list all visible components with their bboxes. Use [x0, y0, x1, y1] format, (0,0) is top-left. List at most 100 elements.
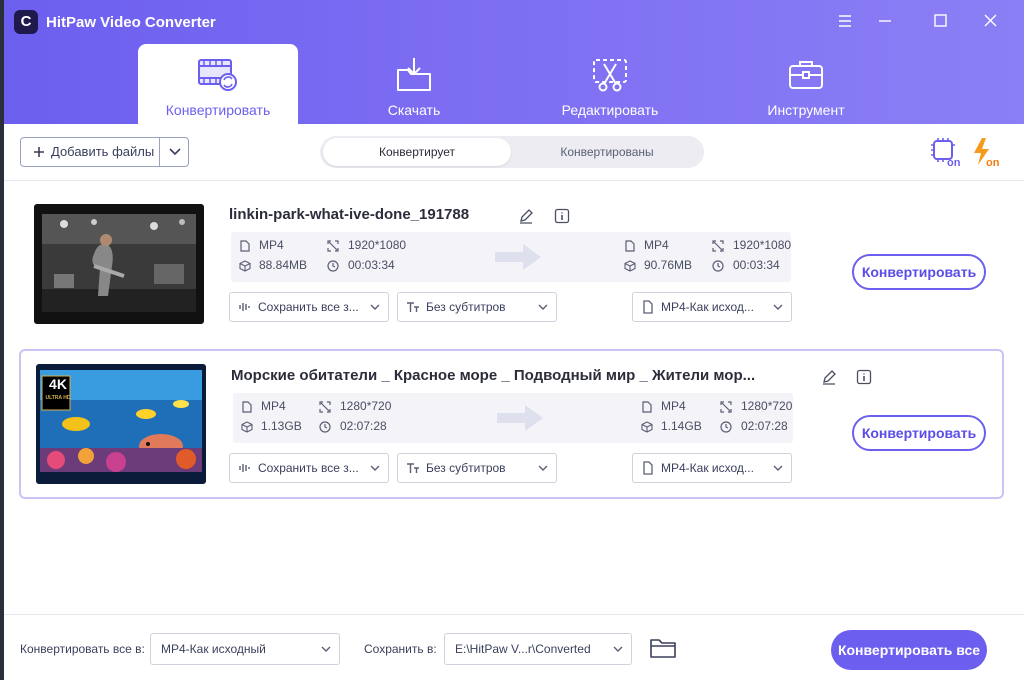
maximize-icon[interactable] — [926, 8, 956, 36]
clock-icon — [319, 421, 331, 433]
film-convert-icon — [196, 56, 240, 94]
convert-all-button[interactable]: Конвертировать все — [831, 630, 987, 670]
minimize-icon[interactable] — [870, 8, 900, 36]
target-duration: 00:03:34 — [733, 258, 780, 272]
resolution-icon — [319, 401, 331, 413]
audio-track-value: Сохранить все з... — [258, 300, 359, 314]
tab-label: Конвертировать — [165, 102, 271, 118]
source-format: MP4 — [261, 399, 286, 413]
text-size-icon — [407, 302, 419, 312]
add-files-label: Добавить файлы — [51, 144, 155, 159]
audio-track-select[interactable]: Сохранить все з... — [229, 453, 389, 483]
file-icon — [240, 240, 250, 252]
chevron-down-icon — [370, 465, 380, 471]
media-info-panel: MP4 1280*720 1.13GB 02:07:28 MP4 1280*72… — [233, 393, 793, 443]
info-icon[interactable] — [554, 208, 570, 224]
tab-toolbox[interactable]: Инструмент — [726, 44, 886, 124]
convert-button[interactable]: Конвертировать — [852, 415, 986, 451]
audio-wave-icon — [239, 303, 250, 311]
subtitle-select[interactable]: Без субтитров — [397, 453, 557, 483]
rename-pencil-icon[interactable] — [821, 369, 837, 385]
edit-cut-icon — [588, 56, 632, 94]
convert-button[interactable]: Конвертировать — [852, 254, 986, 290]
tab-download[interactable]: Скачать — [334, 44, 494, 124]
tab-label: Скачать — [387, 102, 441, 118]
output-format-value: MP4-Как исход... — [661, 300, 754, 314]
file-card[interactable]: linkin-park-what-ive-done_191788 MP4 192… — [19, 192, 1004, 340]
source-resolution: 1280*720 — [340, 399, 392, 413]
add-files-button[interactable]: Добавить файлы — [21, 138, 157, 166]
size-cube-icon — [239, 260, 251, 272]
save-to-label: Сохранить в: — [364, 642, 437, 656]
add-files-dropdown[interactable] — [161, 138, 189, 166]
tab-edit[interactable]: Редактировать — [530, 44, 690, 124]
file-card[interactable]: 4K ULTRA HD Морские обитатели _ Красное … — [19, 349, 1004, 499]
tab-convert[interactable]: Конвертировать — [138, 44, 298, 124]
output-format-select[interactable]: MP4-Как исход... — [632, 292, 792, 322]
file-icon — [625, 240, 635, 252]
clock-icon — [327, 260, 339, 272]
chevron-down-icon — [169, 148, 181, 156]
chevron-down-icon — [613, 646, 623, 652]
file-icon — [643, 300, 653, 314]
size-cube-icon — [241, 421, 253, 433]
audio-track-value: Сохранить все з... — [258, 461, 359, 475]
lightning-on-icon[interactable]: on — [970, 136, 1004, 169]
file-icon — [643, 461, 653, 475]
chevron-down-icon — [773, 465, 783, 471]
subtitle-value: Без субтитров — [426, 300, 506, 314]
rename-pencil-icon[interactable] — [518, 208, 534, 224]
file-name: Морские обитатели _ Красное море _ Подво… — [231, 367, 756, 384]
add-files-button-group: Добавить файлы — [20, 137, 189, 167]
chevron-down-icon — [538, 304, 548, 310]
tab-label: Редактировать — [561, 102, 659, 118]
save-path-value: E:\HitPaw V...r\Converted — [455, 642, 591, 656]
chevron-down-icon — [773, 304, 783, 310]
tab-converting[interactable]: Конвертирует — [323, 138, 511, 166]
svg-text:on: on — [986, 157, 1000, 168]
convert-all-format-select[interactable]: MP4-Как исходный — [150, 633, 340, 665]
download-folder-icon — [392, 56, 436, 94]
file-name: linkin-park-what-ive-done_191788 — [229, 206, 470, 223]
chevron-down-icon — [321, 646, 331, 652]
tab-label: Инструмент — [767, 102, 845, 118]
close-icon[interactable] — [976, 8, 1006, 36]
save-path-select[interactable]: E:\HitPaw V...r\Converted — [444, 633, 632, 665]
clock-icon — [712, 260, 724, 272]
source-size: 88.84MB — [259, 258, 308, 272]
target-duration: 02:07:28 — [741, 419, 788, 433]
target-size: 90.76MB — [644, 258, 693, 272]
video-thumbnail[interactable]: 4K ULTRA HD — [36, 364, 206, 484]
status-segmented-control: Конвертирует Конвертированы — [320, 136, 704, 168]
tab-converted[interactable]: Конвертированы — [514, 138, 700, 166]
hardware-acceleration-on-icon[interactable]: on — [929, 136, 963, 169]
target-format: MP4 — [644, 238, 669, 252]
target-resolution: 1920*1080 — [733, 238, 792, 252]
text-size-icon — [407, 463, 419, 473]
subtitle-value: Без субтитров — [426, 461, 506, 475]
resolution-icon — [327, 240, 339, 252]
4k-badge: 4K — [49, 376, 67, 392]
app-window: C HitPaw Video Converter Конвертировать … — [4, 0, 1024, 680]
chevron-down-icon — [538, 465, 548, 471]
source-duration: 02:07:28 — [340, 419, 387, 433]
source-format: MP4 — [259, 238, 284, 252]
resolution-icon — [720, 401, 732, 413]
ultra-hd-badge: ULTRA HD — [45, 395, 71, 401]
audio-track-select[interactable]: Сохранить все з... — [229, 292, 389, 322]
target-format: MP4 — [661, 399, 686, 413]
resolution-icon — [712, 240, 724, 252]
open-folder-icon[interactable] — [649, 637, 677, 659]
divider — [159, 138, 160, 166]
chevron-down-icon — [370, 304, 380, 310]
subtitle-select[interactable]: Без субтитров — [397, 292, 557, 322]
menu-icon[interactable] — [830, 8, 860, 36]
convert-all-format-value: MP4-Как исходный — [161, 642, 266, 656]
media-info-panel: MP4 1920*1080 88.84MB 00:03:34 MP4 1920*… — [231, 232, 791, 282]
toolbar: Добавить файлы Конвертирует Конвертирова… — [4, 124, 1024, 181]
video-thumbnail[interactable] — [34, 204, 204, 324]
info-icon[interactable] — [856, 369, 872, 385]
target-size: 1.14GB — [661, 419, 702, 433]
target-resolution: 1280*720 — [741, 399, 793, 413]
output-format-select[interactable]: MP4-Как исход... — [632, 453, 792, 483]
